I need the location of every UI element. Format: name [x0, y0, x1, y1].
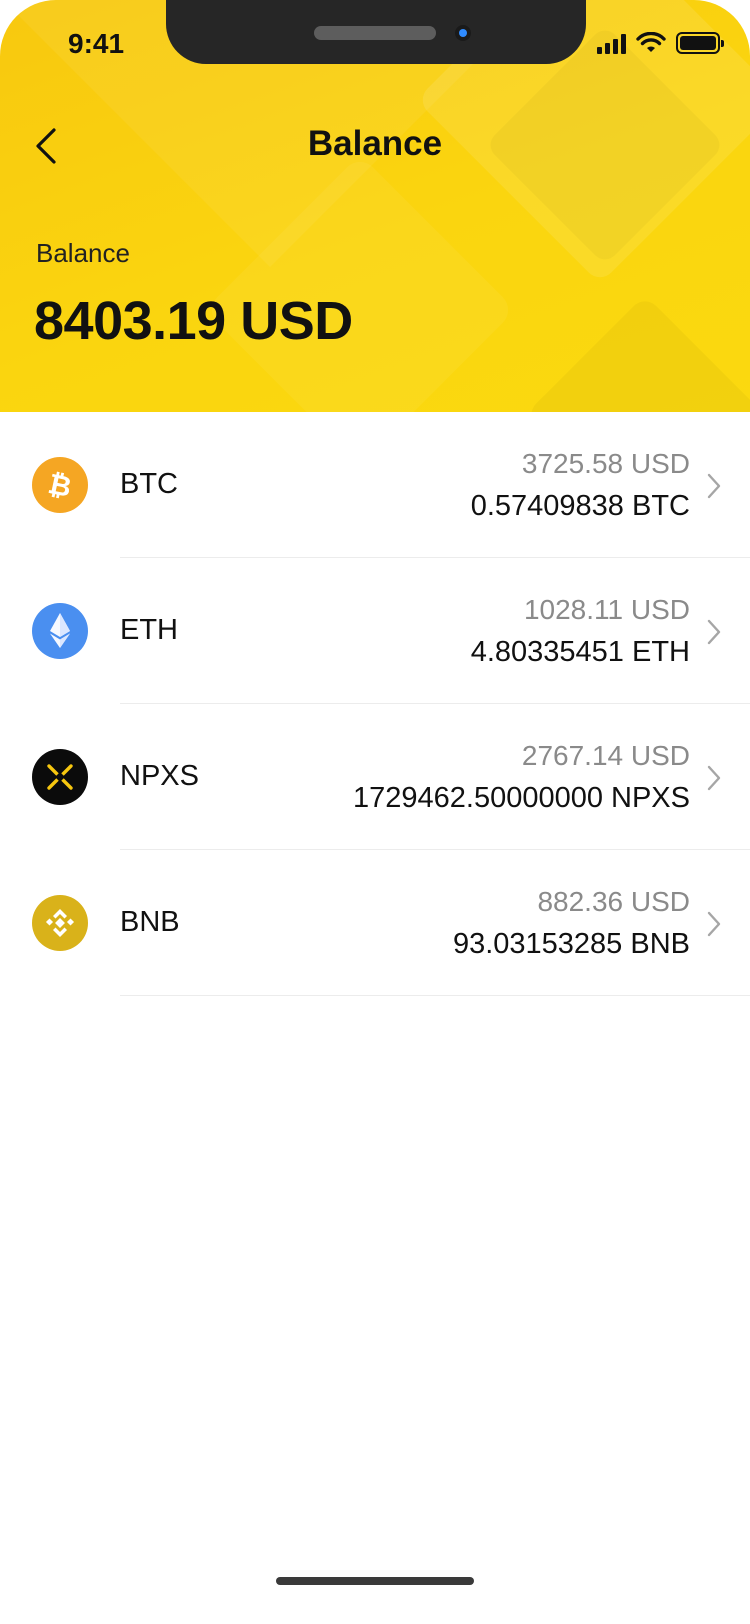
asset-amount: 4.80335451 ETH — [470, 636, 690, 668]
speaker-grille — [314, 26, 436, 40]
status-time: 9:41 — [68, 28, 125, 59]
asset-amount: 93.03153285 BNB — [452, 928, 690, 960]
chevron-right-icon — [707, 473, 721, 499]
asset-usd-value: 2767.14 USD — [521, 740, 690, 771]
binance-icon — [32, 895, 88, 951]
svg-text:₿: ₿ — [45, 467, 74, 504]
asset-usd-value: 3725.58 USD — [521, 448, 690, 479]
page-title: Balance — [307, 124, 443, 163]
balance-header: 9:41 Balance Balance 8403.19 USD — [0, 0, 750, 412]
ethereum-icon — [32, 603, 88, 659]
asset-symbol: BNB — [120, 906, 180, 938]
row-divider — [120, 995, 750, 996]
asset-list: ₿ BTC 3725.58 USD 0.57409838 BTC ETH 102… — [0, 412, 750, 996]
chevron-right-icon — [707, 619, 721, 645]
bitcoin-icon: ₿ — [32, 457, 88, 513]
device-notch — [166, 0, 586, 64]
asset-amount: 0.57409838 BTC — [470, 490, 690, 522]
asset-symbol: NPXS — [120, 760, 199, 792]
home-indicator[interactable] — [276, 1577, 474, 1585]
chevron-right-icon — [707, 911, 721, 937]
asset-row-npxs[interactable]: NPXS 2767.14 USD 1729462.50000000 NPXS — [0, 704, 750, 850]
status-icons — [597, 32, 724, 54]
battery-icon — [676, 32, 724, 54]
asset-symbol: ETH — [120, 614, 178, 646]
header-decoration — [525, 295, 750, 412]
asset-usd-value: 882.36 USD — [537, 886, 690, 917]
asset-usd-value: 1028.11 USD — [523, 594, 690, 625]
asset-symbol: BTC — [120, 468, 178, 500]
wifi-icon — [636, 32, 666, 52]
phone-screen: 9:41 Balance Balance 8403.19 USD ₿ BTC 3… — [0, 0, 750, 1624]
asset-amount: 1729462.50000000 NPXS — [352, 782, 690, 814]
cellular-signal-icon — [597, 32, 626, 54]
asset-row-bnb[interactable]: BNB 882.36 USD 93.03153285 BNB — [0, 850, 750, 996]
npxs-icon — [32, 749, 88, 805]
asset-row-eth[interactable]: ETH 1028.11 USD 4.80335451 ETH — [0, 558, 750, 704]
balance-label: Balance — [36, 238, 130, 268]
asset-row-btc[interactable]: ₿ BTC 3725.58 USD 0.57409838 BTC — [0, 412, 750, 558]
balance-total: 8403.19 USD — [34, 291, 353, 351]
front-camera — [455, 25, 471, 41]
chevron-right-icon — [707, 765, 721, 791]
